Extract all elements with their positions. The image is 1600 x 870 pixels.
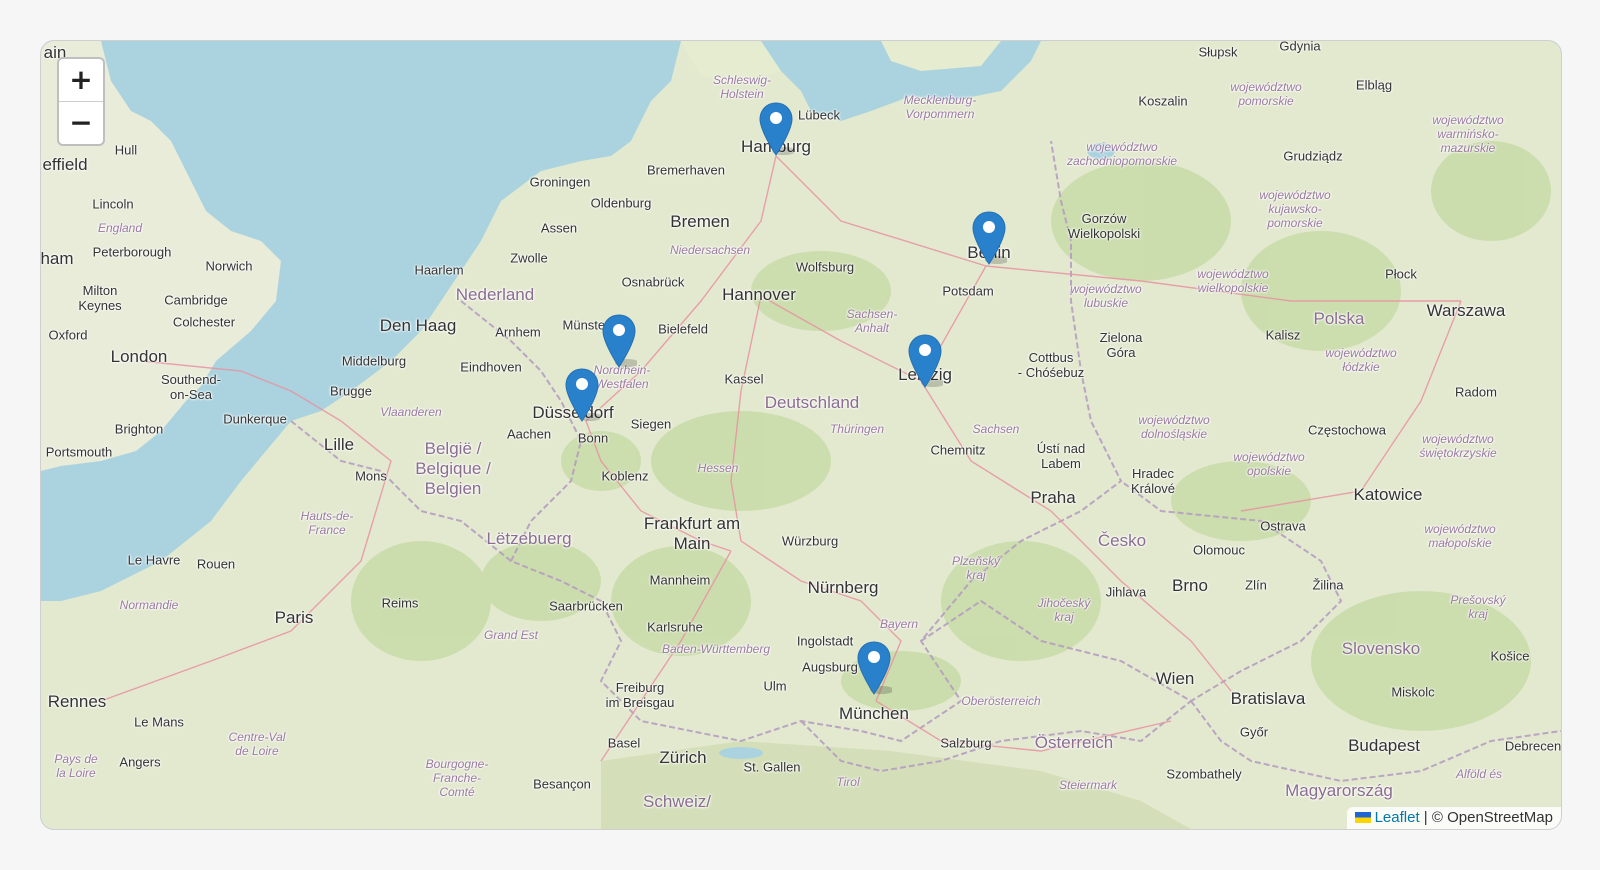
map-marker-berlin[interactable]: [971, 210, 1007, 266]
ukraine-flag-icon: [1354, 812, 1371, 823]
zoom-in-button[interactable]: +: [59, 59, 103, 101]
map-pin-icon: [759, 102, 794, 156]
attribution-separator: | ©: [1419, 809, 1448, 826]
map-marker-münster[interactable]: [601, 313, 637, 369]
map-pin-icon: [908, 334, 943, 388]
osm-attribution: OpenStreetMap: [1447, 809, 1553, 826]
map-pin-icon: [565, 368, 600, 422]
map-pin-icon: [602, 314, 637, 368]
map-marker-hamburg[interactable]: [758, 101, 794, 157]
map-attribution: Leaflet | © OpenStreetMap: [1346, 807, 1561, 829]
zoom-control: + −: [57, 57, 105, 146]
leaflet-link[interactable]: Leaflet: [1375, 809, 1420, 826]
map-marker-düsseldorf[interactable]: [564, 367, 600, 423]
zoom-out-button[interactable]: −: [59, 101, 103, 144]
map-tiles[interactable]: [41, 41, 1561, 829]
map-marker-münchen[interactable]: [856, 640, 892, 696]
map-container[interactable]: Groningen Bremerhaven Oldenburg Bremen A…: [40, 40, 1562, 830]
map-pin-icon: [972, 211, 1007, 265]
map-marker-leipzig[interactable]: [907, 333, 943, 389]
map-pin-icon: [857, 641, 892, 695]
